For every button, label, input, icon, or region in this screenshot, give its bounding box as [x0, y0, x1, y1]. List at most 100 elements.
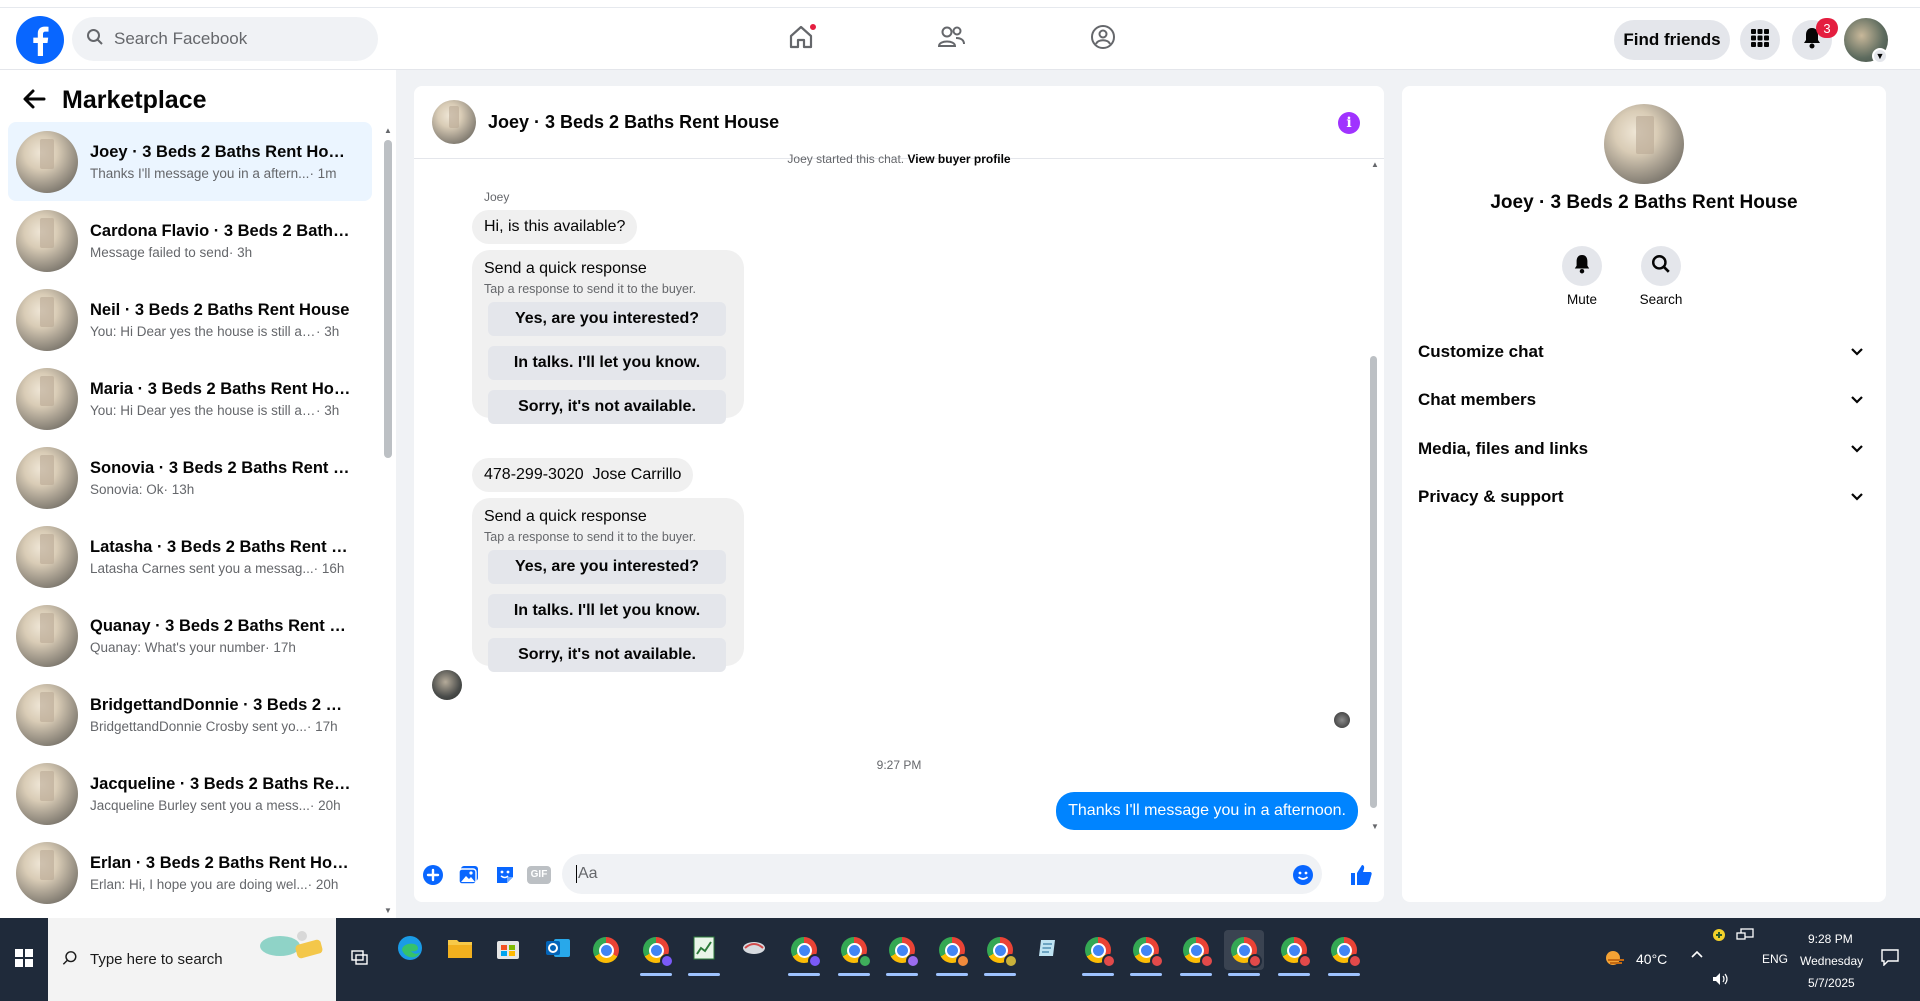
taskbar-chrome-window[interactable] — [882, 930, 922, 976]
language-indicator[interactable]: ENG — [1762, 952, 1788, 966]
account-chevron-down-icon[interactable]: ▼ — [1872, 48, 1888, 64]
chat-scroll-down-arrow[interactable]: ▼ — [1371, 822, 1379, 831]
conversation-preview: Thanks I'll message you in a aftern... — [90, 165, 310, 181]
sender-avatar[interactable] — [432, 670, 462, 700]
quick-response-in-talks-button[interactable]: In talks. I'll let you know. — [488, 594, 726, 628]
chrome-icon — [593, 937, 619, 963]
task-view-button[interactable] — [340, 940, 380, 980]
find-friends-button[interactable]: Find friends — [1614, 20, 1730, 60]
taskbar-chrome-window[interactable] — [932, 930, 972, 976]
home-nav-button[interactable] — [780, 18, 822, 60]
taskbar-chrome-window[interactable] — [1126, 930, 1166, 976]
chat-scrollbar[interactable] — [1370, 356, 1377, 808]
chat-scroll-up-arrow[interactable]: ▲ — [1371, 160, 1379, 169]
quick-response-not-available-button[interactable]: Sorry, it's not available. — [488, 638, 726, 672]
view-buyer-profile-link[interactable]: View buyer profile — [907, 152, 1010, 166]
taskbar-chrome-profile[interactable] — [636, 930, 676, 976]
taskbar-chrome-window[interactable] — [1078, 930, 1118, 976]
seen-receipt-avatar — [1334, 712, 1350, 728]
conversation-item[interactable]: Erlan · 3 Beds 2 Baths Rent House Erlan:… — [8, 833, 372, 912]
conversation-item[interactable]: Latasha · 3 Beds 2 Baths Rent Ho... Lata… — [8, 517, 372, 596]
clock-date[interactable]: 5/7/2025 — [1808, 976, 1855, 990]
quick-response-card: Send a quick response Tap a response to … — [472, 498, 744, 672]
conversation-title: Erlan · 3 Beds 2 Baths Rent House — [90, 853, 354, 872]
taskbar-file-explorer[interactable] — [440, 930, 480, 970]
taskbar-store[interactable] — [488, 930, 528, 970]
quick-response-yes-button[interactable]: Yes, are you interested? — [488, 550, 726, 584]
media-files-links-section[interactable]: Media, files and links — [1418, 429, 1870, 469]
conversation-item[interactable]: BridgettandDonnie · 3 Beds 2 Ba... Bridg… — [8, 675, 372, 754]
conversation-item[interactable]: Neil · 3 Beds 2 Baths Rent House You: Hi… — [8, 280, 372, 359]
taskbar-chrome-window[interactable] — [980, 930, 1020, 976]
running-indicator — [1228, 973, 1260, 976]
taskbar-notes[interactable] — [1028, 930, 1068, 970]
conversation-item[interactable]: Jacqueline · 3 Beds 2 Baths Rent ... Jac… — [8, 754, 372, 833]
friends-nav-button[interactable] — [930, 18, 972, 60]
quick-response-yes-button[interactable]: Yes, are you interested? — [488, 302, 726, 336]
task-view-icon — [351, 950, 369, 970]
search-highlight-icon — [256, 928, 330, 972]
taskbar-spreadsheet[interactable] — [684, 930, 724, 976]
start-button[interactable] — [0, 918, 48, 1001]
clock-time[interactable]: 9:28 PM — [1808, 932, 1853, 946]
message-input[interactable]: Aa — [562, 854, 1322, 894]
chat-info-avatar[interactable] — [1604, 104, 1684, 184]
search-icon — [1651, 254, 1671, 278]
search-input[interactable]: Search Facebook — [72, 17, 378, 61]
info-icon[interactable]: i — [1338, 112, 1360, 134]
gif-icon[interactable]: GIF — [526, 864, 552, 886]
menu-button[interactable] — [1740, 20, 1780, 60]
taskbar-chrome[interactable] — [586, 930, 626, 970]
conversation-preview: You: Hi Dear yes the house is still av..… — [90, 323, 316, 339]
chat-members-section[interactable]: Chat members — [1418, 380, 1870, 420]
conversation-item[interactable]: Cardona Flavio · 3 Beds 2 Baths ... Mess… — [8, 201, 372, 280]
taskbar-edge[interactable] — [390, 930, 430, 970]
conversation-list-scrollbar[interactable] — [384, 140, 392, 458]
quick-response-in-talks-button[interactable]: In talks. I'll let you know. — [488, 346, 726, 380]
taskbar-chrome-window[interactable] — [784, 930, 824, 976]
taskbar-chrome-window[interactable] — [1324, 930, 1364, 976]
conversation-item[interactable]: Maria · 3 Beds 2 Baths Rent House You: H… — [8, 359, 372, 438]
running-indicator — [936, 973, 968, 976]
text-caret — [576, 865, 577, 883]
privacy-support-section[interactable]: Privacy & support — [1418, 477, 1870, 517]
emoji-icon[interactable] — [1292, 864, 1314, 886]
scroll-down-arrow[interactable]: ▼ — [384, 906, 392, 915]
volume-icon[interactable] — [1712, 972, 1730, 989]
weather-icon[interactable] — [1604, 948, 1626, 971]
chat-avatar[interactable] — [432, 100, 476, 144]
taskbar-outlook[interactable] — [538, 930, 578, 970]
notification-center-icon[interactable] — [1880, 948, 1900, 969]
mute-button[interactable]: Mute — [1552, 246, 1612, 307]
conversation-item[interactable]: Joey · 3 Beds 2 Baths Rent House Thanks … — [8, 122, 372, 201]
customize-chat-section[interactable]: Customize chat — [1418, 332, 1870, 372]
network-icon[interactable] — [1736, 928, 1754, 945]
photo-icon[interactable] — [458, 864, 480, 886]
page-scrollbar[interactable] — [1906, 70, 1920, 918]
taskbar-chrome-window[interactable] — [1274, 930, 1314, 976]
taskbar-chrome-window[interactable] — [834, 930, 874, 976]
sticker-icon[interactable] — [494, 864, 516, 886]
chrome-profile-icon — [1331, 937, 1362, 968]
search-in-chat-button[interactable]: Search — [1631, 246, 1691, 307]
taskbar-chrome-window-active[interactable] — [1224, 930, 1264, 976]
notification-count-badge: 3 — [1816, 18, 1838, 38]
facebook-logo[interactable] — [16, 16, 64, 64]
taskbar-chrome-window[interactable] — [1176, 930, 1216, 976]
conversation-item[interactable]: Quanay · 3 Beds 2 Baths Rent H... Quanay… — [8, 596, 372, 675]
taskbar-app-shell[interactable] — [734, 930, 774, 970]
clock-day[interactable]: Wednesday — [1800, 954, 1863, 968]
quick-response-not-available-button[interactable]: Sorry, it's not available. — [488, 390, 726, 424]
weather-temperature[interactable]: 40°C — [1636, 951, 1667, 967]
chevron-up-icon[interactable] — [1690, 946, 1704, 962]
conversation-time: · 16h — [313, 560, 345, 576]
shield-status-icon[interactable] — [1712, 928, 1726, 945]
thumbs-up-icon[interactable] — [1348, 862, 1374, 888]
plus-circle-icon[interactable] — [422, 864, 444, 886]
groups-nav-button[interactable] — [1082, 18, 1124, 60]
taskbar-search-input[interactable]: Type here to search — [48, 918, 336, 1001]
scroll-up-arrow[interactable]: ▲ — [384, 126, 392, 135]
back-arrow-icon[interactable] — [22, 88, 46, 114]
chat-title[interactable]: Joey · 3 Beds 2 Baths Rent House — [488, 112, 779, 133]
conversation-item[interactable]: Sonovia · 3 Beds 2 Baths Rent H... Sonov… — [8, 438, 372, 517]
